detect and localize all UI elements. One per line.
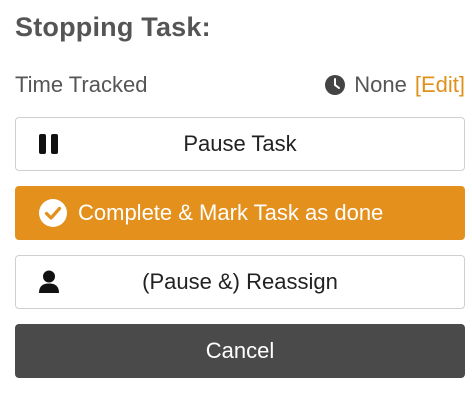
clock-icon (324, 74, 346, 96)
reassign-button[interactable]: (Pause &) Reassign (15, 255, 465, 309)
pause-task-button[interactable]: Pause Task (15, 117, 465, 171)
complete-task-label: Complete & Mark Task as done (78, 200, 384, 225)
time-tracked-row: Time Tracked None [Edit] (15, 70, 465, 100)
dialog-title: Stopping Task: (15, 12, 211, 42)
cancel-button[interactable]: Cancel (15, 324, 465, 378)
time-tracked-label: Time Tracked (15, 72, 148, 97)
cancel-label: Cancel (205, 338, 275, 363)
time-tracked-value: None (354, 72, 407, 97)
reassign-label: (Pause &) Reassign (142, 269, 338, 294)
time-tracked-value-group: None [Edit] (324, 72, 465, 98)
edit-time-link[interactable]: [Edit] (415, 72, 465, 98)
pause-task-label: Pause Task (183, 131, 297, 156)
check-circle-icon (38, 198, 68, 228)
complete-task-button[interactable]: Complete & Mark Task as done (15, 186, 465, 240)
user-icon (38, 270, 60, 294)
pause-icon (38, 134, 60, 154)
